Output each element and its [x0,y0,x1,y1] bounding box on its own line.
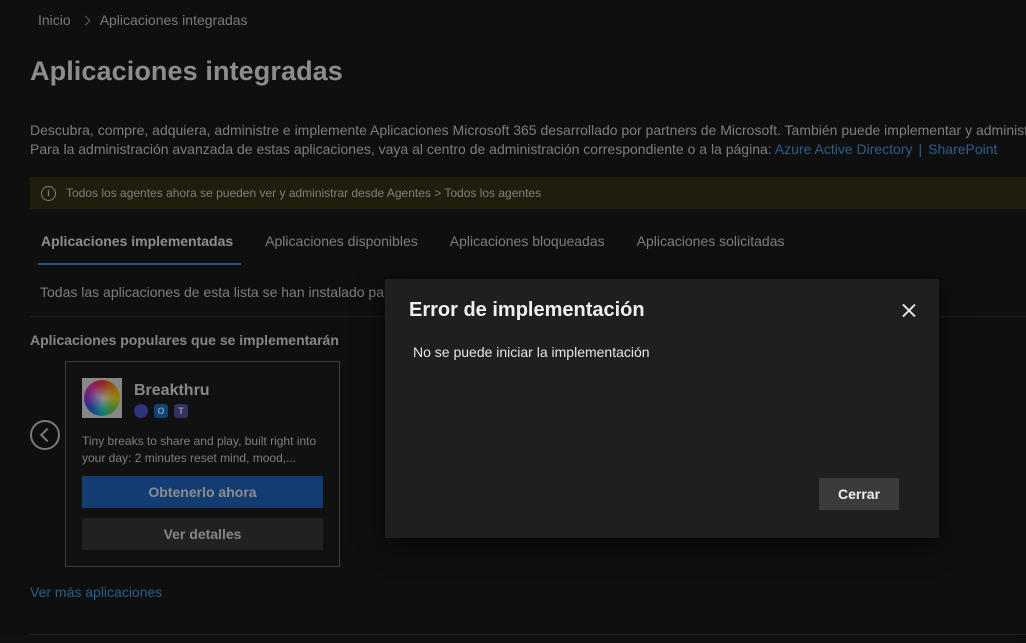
close-button[interactable]: Cerrar [819,478,899,510]
error-dialog: Error de implementación No se puede inic… [385,279,939,538]
close-icon[interactable] [899,300,919,320]
dialog-title: Error de implementación [409,299,645,321]
dialog-message: No se puede iniciar la implementación [413,344,650,360]
